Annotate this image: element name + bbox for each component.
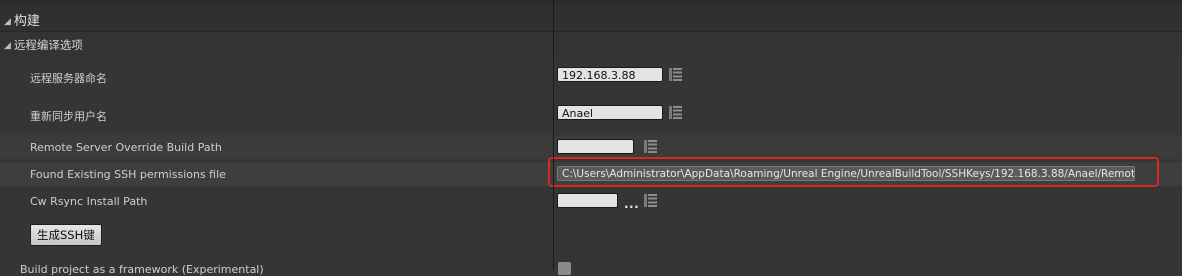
subsection-header-remote-build[interactable]: ◢ 远程编译选项 [0,32,1182,56]
subsection-title: ◢ 远程编译选项 [4,37,83,53]
subsection-title-text: 远程编译选项 [13,38,83,52]
section-title: ◢ 构建 [4,10,40,29]
array-options-icon[interactable] [669,68,682,81]
remote-server-name-input[interactable]: 192.168.3.88 [557,67,663,82]
generate-ssh-key-button[interactable]: 生成SSH键 [30,224,102,246]
rsync-path-input[interactable] [557,193,618,208]
property-label: 远程服务器命名 [30,72,107,85]
browse-button[interactable]: ... [624,197,639,211]
array-options-icon[interactable] [644,140,657,153]
section-title-text: 构建 [13,14,40,29]
framework-checkbox[interactable] [558,262,571,275]
section-header-build[interactable]: ◢ 构建 [0,4,1182,32]
array-options-icon[interactable] [644,194,657,207]
property-label: 重新同步用户名 [30,110,107,123]
property-label: Remote Server Override Build Path [30,141,222,154]
collapse-arrow-icon[interactable]: ◢ [4,17,11,27]
property-row-framework: Build project as a framework (Experiment… [0,256,1182,276]
property-label: Cw Rsync Install Path [30,195,148,208]
override-build-path-input[interactable] [557,139,634,154]
collapse-arrow-icon[interactable]: ◢ [4,41,11,51]
column-divider[interactable] [553,0,554,270]
resync-username-input[interactable]: Anael [557,105,663,120]
property-label: Found Existing SSH permissions file [30,168,226,181]
red-highlight-box [548,157,1159,187]
array-options-icon[interactable] [669,106,682,119]
